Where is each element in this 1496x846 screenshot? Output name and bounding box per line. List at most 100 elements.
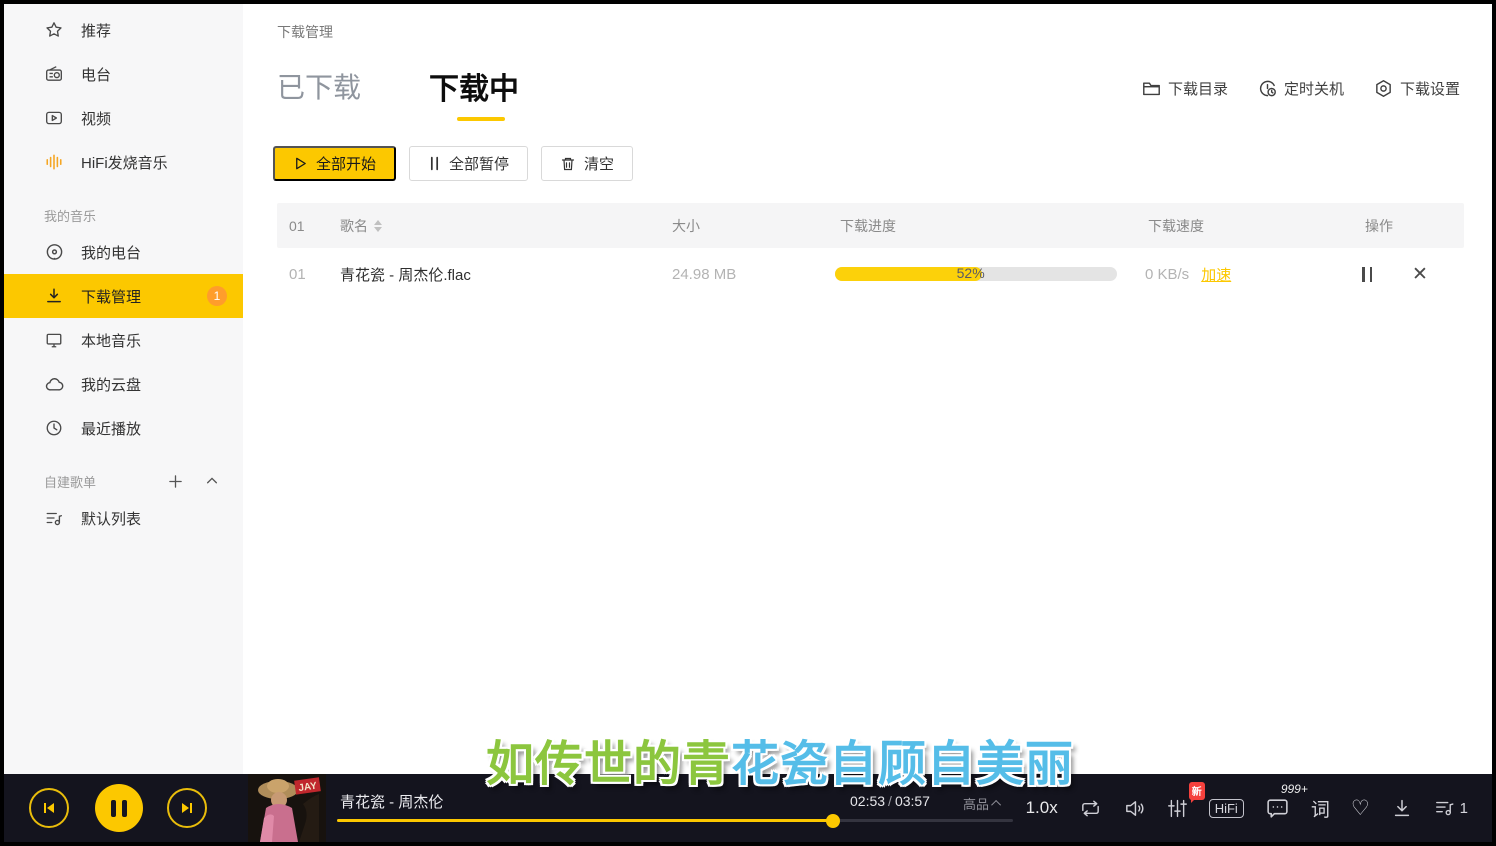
row-index: 01 bbox=[289, 248, 306, 300]
row-pause-button[interactable] bbox=[1362, 267, 1372, 282]
download-song-icon[interactable] bbox=[1391, 797, 1413, 819]
next-track-button[interactable] bbox=[167, 788, 207, 828]
pause-icon bbox=[428, 156, 441, 171]
pause-all-button[interactable]: 全部暂停 bbox=[409, 146, 528, 181]
col-actions: 操作 bbox=[1365, 203, 1393, 248]
radio-icon bbox=[44, 64, 64, 84]
download-directory-button[interactable]: 下载目录 bbox=[1142, 78, 1228, 99]
col-index: 01 bbox=[289, 203, 305, 248]
trash-icon bbox=[560, 156, 576, 172]
podcast-icon bbox=[44, 242, 64, 262]
lyric-sung-text: 如传世的青 bbox=[486, 738, 731, 791]
sidebar-item-label: 本地音乐 bbox=[81, 330, 141, 351]
sidebar-item-label: 默认列表 bbox=[81, 508, 141, 529]
sidebar-item-label: 下载管理 bbox=[81, 286, 141, 307]
col-speed: 下载速度 bbox=[1148, 203, 1204, 248]
row-progress-cell: 52% bbox=[835, 248, 1117, 300]
folder-icon bbox=[1142, 79, 1161, 98]
sidebar-item-hifi[interactable]: HiFi发烧音乐 bbox=[4, 140, 243, 184]
start-all-button[interactable]: 全部开始 bbox=[273, 146, 396, 181]
sidebar-item-download-manager[interactable]: 下载管理 1 bbox=[4, 274, 243, 318]
timer-icon bbox=[1258, 79, 1277, 98]
monitor-icon bbox=[44, 330, 64, 350]
app-window: 推荐 电台 视频 HiFi发烧音乐 我的音乐 我的电 bbox=[0, 0, 1496, 846]
time-current: 02:53 bbox=[850, 793, 885, 809]
main-content: 下载管理 已下载 下载中 下载目录 定时关机 下载设置 bbox=[243, 4, 1492, 774]
time-total: 03:57 bbox=[895, 793, 930, 809]
sidebar-item-default-playlist[interactable]: 默认列表 bbox=[4, 496, 243, 540]
sidebar-item-cloud-disk[interactable]: 我的云盘 bbox=[4, 362, 243, 406]
pause-icon bbox=[111, 800, 127, 817]
seek-bar[interactable] bbox=[337, 819, 1013, 822]
download-icon bbox=[44, 286, 64, 306]
sidebar-item-my-radio[interactable]: 我的电台 bbox=[4, 230, 243, 274]
sidebar-item-local-music[interactable]: 本地音乐 bbox=[4, 318, 243, 362]
download-settings-button[interactable]: 下载设置 bbox=[1374, 78, 1460, 99]
sort-icon[interactable] bbox=[374, 220, 382, 232]
cloud-icon bbox=[44, 374, 64, 394]
sidebar-item-video[interactable]: 视频 bbox=[4, 96, 243, 140]
comments-icon[interactable]: 999+ bbox=[1265, 796, 1290, 821]
row-size: 24.98 MB bbox=[672, 248, 736, 300]
video-icon bbox=[44, 108, 64, 128]
row-speed: 0 KB/s bbox=[1145, 266, 1189, 283]
previous-track-button[interactable] bbox=[29, 788, 69, 828]
hifi-quality-button[interactable]: HiFi bbox=[1209, 799, 1244, 818]
download-table: 01 歌名 大小 下载进度 下载速度 操作 01 青花瓷 - 周杰伦.flac … bbox=[277, 203, 1464, 300]
sidebar-item-recommend[interactable]: 推荐 bbox=[4, 8, 243, 52]
table-header: 01 歌名 大小 下载进度 下载速度 操作 bbox=[277, 203, 1464, 248]
collapse-playlists-icon[interactable] bbox=[205, 474, 219, 488]
col-progress: 下载进度 bbox=[840, 203, 896, 248]
lyric-unsung-text: 花瓷自顾自美丽 bbox=[731, 738, 1074, 791]
favorite-heart-icon[interactable]: ♡ bbox=[1351, 796, 1370, 821]
timed-shutdown-button[interactable]: 定时关机 bbox=[1258, 78, 1344, 99]
sidebar-item-label: 最近播放 bbox=[81, 418, 141, 439]
clock-icon bbox=[44, 418, 64, 438]
col-name[interactable]: 歌名 bbox=[340, 203, 382, 248]
sidebar-item-label: 视频 bbox=[81, 108, 111, 129]
progress-label: 52% bbox=[957, 265, 985, 281]
play-icon bbox=[293, 156, 308, 171]
settings-gear-icon bbox=[1374, 79, 1393, 98]
sidebar-item-label: 推荐 bbox=[81, 20, 111, 41]
row-speed-cell: 0 KB/s 加速 bbox=[1145, 248, 1231, 300]
header-tools: 下载目录 定时关机 下载设置 bbox=[1142, 78, 1460, 99]
table-row[interactable]: 01 青花瓷 - 周杰伦.flac 24.98 MB 52% 0 KB/s 加速… bbox=[277, 248, 1464, 300]
loop-mode-icon[interactable] bbox=[1079, 797, 1102, 820]
chevron-up-icon bbox=[991, 800, 1001, 810]
download-actions-toolbar: 全部开始 全部暂停 清空 bbox=[273, 146, 633, 181]
hifi-wave-icon bbox=[44, 152, 64, 172]
sidebar-item-recent-played[interactable]: 最近播放 bbox=[4, 406, 243, 450]
col-size: 大小 bbox=[672, 203, 700, 248]
active-tab-underline bbox=[457, 117, 505, 121]
sidebar-section-my-music: 我的音乐 bbox=[4, 200, 243, 230]
row-delete-button[interactable]: ✕ bbox=[1412, 263, 1428, 286]
playlist-icon bbox=[44, 508, 64, 528]
sidebar: 推荐 电台 视频 HiFi发烧音乐 我的音乐 我的电 bbox=[4, 4, 243, 774]
sidebar-item-radio[interactable]: 电台 bbox=[4, 52, 243, 96]
sidebar-item-label: HiFi发烧音乐 bbox=[81, 152, 168, 173]
equalizer-icon[interactable]: 新 bbox=[1167, 798, 1188, 819]
add-playlist-icon[interactable] bbox=[168, 474, 183, 489]
breadcrumb: 下载管理 bbox=[277, 22, 333, 42]
playback-rate-button[interactable]: 1.0x bbox=[1026, 798, 1058, 818]
tab-downloading[interactable]: 下载中 bbox=[429, 64, 519, 108]
sidebar-item-label: 我的电台 bbox=[81, 242, 141, 263]
volume-icon[interactable] bbox=[1123, 797, 1146, 820]
lyrics-toggle-button[interactable]: 词 bbox=[1311, 795, 1330, 822]
sidebar-item-label: 我的云盘 bbox=[81, 374, 141, 395]
boost-link[interactable]: 加速 bbox=[1201, 264, 1231, 285]
sidebar-section-playlists: 自建歌单 bbox=[4, 466, 243, 496]
tab-downloaded[interactable]: 已下载 bbox=[277, 66, 361, 106]
progress-bar: 52% bbox=[835, 267, 1117, 281]
play-queue-button[interactable]: 1 bbox=[1434, 797, 1468, 819]
sidebar-item-label: 电台 bbox=[81, 64, 111, 85]
download-count-badge: 1 bbox=[207, 286, 227, 306]
clear-all-button[interactable]: 清空 bbox=[541, 146, 633, 181]
quality-selector[interactable]: 高品 bbox=[963, 794, 1001, 813]
desktop-lyrics[interactable]: 如传世的青花瓷自顾自美丽 bbox=[4, 724, 1492, 794]
time-display: 02:53/03:57 bbox=[850, 793, 930, 809]
now-playing-title: 青花瓷 - 周杰伦 bbox=[340, 791, 443, 812]
seek-bar-thumb[interactable] bbox=[826, 814, 840, 828]
row-actions: ✕ bbox=[1362, 248, 1372, 300]
